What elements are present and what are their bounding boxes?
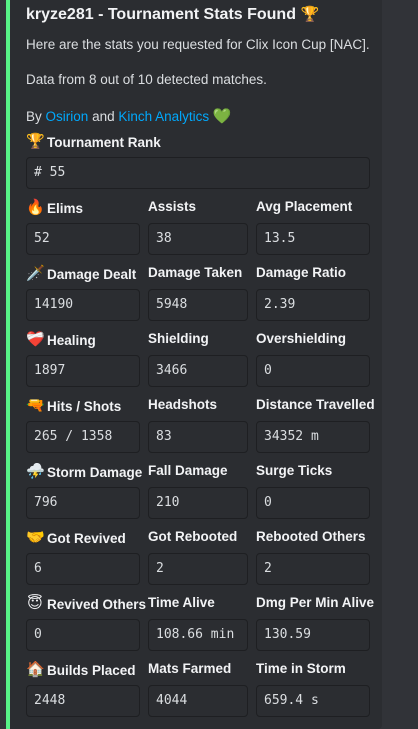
field-storm-damage-value: 796 <box>26 487 140 519</box>
field-got-rebooted-label: Got Rebooted <box>148 529 237 544</box>
field-damage-dealt-value: 14190 <box>26 289 140 321</box>
field-name-text: Hits / Shots <box>47 398 122 414</box>
field-overshielding-label: Overshielding <box>256 331 346 346</box>
field-damage-taken-value: 5948 <box>148 289 248 321</box>
field-name-text: Dmg Per Min Alive <box>256 595 375 610</box>
field-avg-placement-label: Avg Placement <box>256 199 352 214</box>
stats-embed: kryze281 - Tournament Stats Found 🏆 Here… <box>6 0 382 729</box>
field-damage-dealt-label: 🗡️ Damage Dealt <box>26 265 136 283</box>
credit-and-text: and <box>92 109 115 124</box>
credit-by-text: By <box>26 109 42 124</box>
water-gun-icon: 🔫 <box>26 397 45 414</box>
field-name-text: Healing <box>47 332 96 348</box>
field-name-text: Builds Placed <box>47 662 136 678</box>
field-damage-ratio-value: 2.39 <box>256 289 370 321</box>
field-assists-label: Assists <box>148 199 196 214</box>
field-name-text: Damage Ratio <box>256 265 347 280</box>
field-fall-damage-label: Fall Damage <box>148 463 228 478</box>
field-name-text: Time Alive <box>148 595 215 610</box>
field-name-text: Time in Storm <box>256 661 346 676</box>
field-name-text: Revived Others <box>47 596 147 612</box>
field-name-text: Got Rebooted <box>148 529 238 544</box>
mending-heart-icon: ❤️‍🩹 <box>26 331 45 348</box>
field-hits-shots-label: 🔫 Hits / Shots <box>26 397 121 415</box>
field-name-text: Damage Taken <box>148 265 243 280</box>
field-name-text: Tournament Rank <box>47 134 161 150</box>
field-mats-farmed-label: Mats Farmed <box>148 661 231 676</box>
field-builds-placed-label: 🏠 Builds Placed <box>26 661 136 679</box>
field-surge-ticks-value: 0 <box>256 487 370 519</box>
field-distance-travelled-value: 34352 m <box>256 421 370 453</box>
embed-title: kryze281 - Tournament Stats Found 🏆 <box>26 6 320 24</box>
field-healing-value: 1897 <box>26 355 140 387</box>
kinch-analytics-link[interactable]: Kinch Analytics <box>118 109 209 124</box>
field-damage-ratio-label: Damage Ratio <box>256 265 346 280</box>
field-revived-others-value: 0 <box>26 619 140 651</box>
field-fall-damage-value: 210 <box>148 487 248 519</box>
embed-description-line1: Here are the stats you requested for Cli… <box>26 37 370 52</box>
field-got-rebooted-value: 2 <box>148 553 248 585</box>
fire-icon: 🔥 <box>26 199 45 216</box>
storm-cloud-icon: ⛈️ <box>26 463 45 480</box>
field-name-text: Overshielding <box>256 331 347 346</box>
field-hits-shots-value: 265 / 1358 <box>26 421 140 453</box>
field-name-text: Assists <box>148 199 197 214</box>
field-overshielding-value: 0 <box>256 355 370 387</box>
field-rebooted-others-label: Rebooted Others <box>256 529 366 544</box>
field-got-revived-value: 6 <box>26 553 140 585</box>
field-shielding-label: Shielding <box>148 331 209 346</box>
field-name-text: Got Revived <box>47 530 126 546</box>
field-name-text: Headshots <box>148 397 218 412</box>
field-name-text: Avg Placement <box>256 199 353 214</box>
field-avg-placement-value: 13.5 <box>256 223 370 255</box>
field-builds-placed-value: 2448 <box>26 685 140 717</box>
field-time-alive-value: 108.66 min <box>148 619 248 651</box>
field-damage-taken-label: Damage Taken <box>148 265 242 280</box>
osirion-link[interactable]: Osirion <box>46 109 89 124</box>
field-healing-label: ❤️‍🩹 Healing <box>26 331 96 349</box>
field-tournament-rank-value: # 55 <box>26 157 370 189</box>
field-name-text: Distance Travelled <box>256 397 375 412</box>
halo-face-icon: 😇 <box>27 595 43 612</box>
field-dmg-per-min-alive-value: 130.59 <box>256 619 370 651</box>
field-distance-travelled-label: Distance Travelled <box>256 397 375 412</box>
field-name-text: Shielding <box>148 331 209 346</box>
field-elims-label: 🔥 Elims <box>26 199 83 217</box>
field-time-in-storm-label: Time in Storm <box>256 661 346 676</box>
field-name-text: Rebooted Others <box>256 529 366 544</box>
field-shielding-value: 3466 <box>148 355 248 387</box>
field-headshots-value: 83 <box>148 421 248 453</box>
field-storm-damage-label: ⛈️ Storm Damage <box>26 463 142 481</box>
field-elims-value: 52 <box>26 223 140 255</box>
field-name-text: Storm Damage <box>47 464 143 480</box>
house-icon: 🏠 <box>26 661 45 678</box>
embed-title-text: kryze281 - Tournament Stats Found <box>26 6 296 23</box>
field-rebooted-others-value: 2 <box>256 553 370 585</box>
field-name-text: Mats Farmed <box>148 661 232 676</box>
field-name-text: Fall Damage <box>148 463 228 478</box>
field-name-text: Damage Dealt <box>47 266 137 282</box>
green-heart-icon: 💚 <box>212 108 232 125</box>
field-surge-ticks-label: Surge Ticks <box>256 463 332 478</box>
field-tournament-rank-label: 🏆 Tournament Rank <box>26 133 161 151</box>
field-got-revived-label: 🤝 Got Revived <box>26 529 126 547</box>
embed-description-line2: Data from 8 out of 10 detected matches. <box>26 72 267 87</box>
field-assists-value: 38 <box>148 223 248 255</box>
trophy-icon: 🏆 <box>300 6 320 23</box>
dagger-icon: 🗡️ <box>26 265 45 282</box>
field-name-text: Elims <box>47 200 84 216</box>
trophy-icon: 🏆 <box>26 133 45 150</box>
field-time-alive-label: Time Alive <box>148 595 215 610</box>
field-dmg-per-min-alive-label: Dmg Per Min Alive <box>256 595 374 610</box>
field-revived-others-label: 😇 Revived Others <box>26 595 146 613</box>
field-mats-farmed-value: 4044 <box>148 685 248 717</box>
handshake-icon: 🤝 <box>26 529 45 546</box>
field-name-text: Surge Ticks <box>256 463 333 478</box>
field-time-in-storm-value: 659.4 s <box>256 685 370 717</box>
field-headshots-label: Headshots <box>148 397 217 412</box>
embed-credit-line: By Osirion and Kinch Analytics 💚 <box>26 108 232 126</box>
